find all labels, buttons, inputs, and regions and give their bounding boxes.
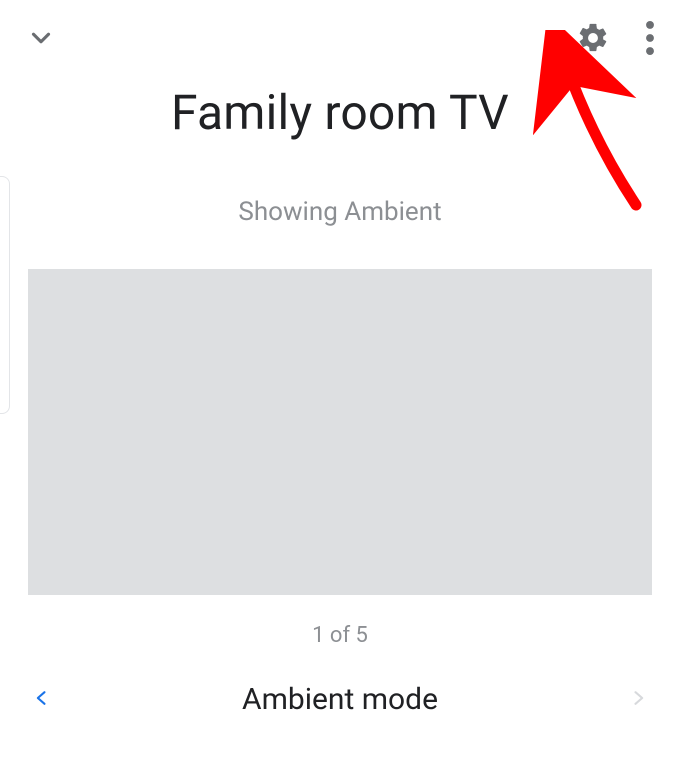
more-options-button[interactable] (646, 21, 654, 58)
side-strip (0, 176, 10, 414)
settings-button[interactable] (576, 21, 610, 58)
mode-row: Ambient mode (0, 682, 680, 717)
page-title: Family room TV (0, 84, 680, 141)
collapse-button[interactable] (26, 23, 56, 56)
preview-image[interactable] (28, 269, 652, 595)
chevron-right-icon (628, 683, 648, 716)
status-text: Showing Ambient (0, 197, 680, 227)
top-bar (0, 0, 680, 60)
carousel-counter: 1 of 5 (0, 623, 680, 648)
chevron-down-icon (26, 23, 56, 56)
more-vertical-icon (646, 21, 654, 58)
previous-button[interactable] (32, 683, 52, 716)
gear-icon (576, 21, 610, 58)
next-button[interactable] (628, 683, 648, 716)
mode-label: Ambient mode (52, 682, 628, 717)
chevron-left-icon (32, 683, 52, 716)
